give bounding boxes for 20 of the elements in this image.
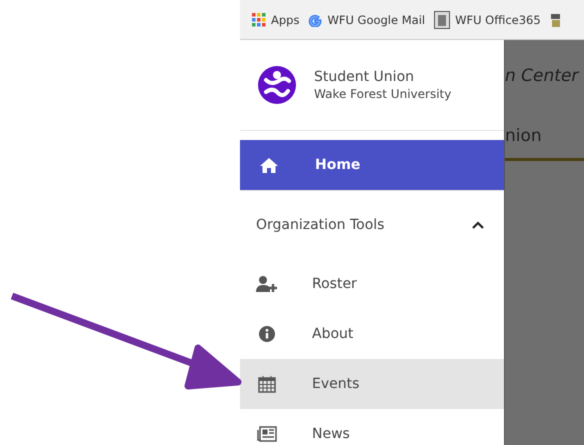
university-name: Wake Forest University — [314, 87, 452, 101]
bookmark-link[interactable]: WFU Google Mail — [308, 12, 426, 26]
home-icon — [260, 157, 278, 173]
apps-grid-icon — [252, 12, 266, 26]
photo-icon — [434, 10, 450, 28]
page-heading: n Center — [505, 66, 580, 86]
info-icon — [259, 326, 275, 342]
home-nav-item[interactable]: Home — [240, 140, 504, 191]
nav-item[interactable]: Events — [240, 359, 504, 409]
calendar-icon — [258, 375, 276, 393]
bookmark-icon — [550, 12, 560, 28]
google-g-icon — [308, 12, 322, 26]
logo-icon — [258, 66, 296, 104]
organization-name: Student Union — [314, 69, 416, 85]
tab-label: nion — [505, 126, 543, 146]
chevron-up-icon — [472, 221, 484, 229]
user-plus-icon — [256, 276, 278, 292]
newspaper-icon — [257, 426, 277, 442]
bookmark-link[interactable]: Apps — [252, 12, 300, 26]
bookmark-link[interactable]: WFU Office365 — [434, 10, 541, 28]
